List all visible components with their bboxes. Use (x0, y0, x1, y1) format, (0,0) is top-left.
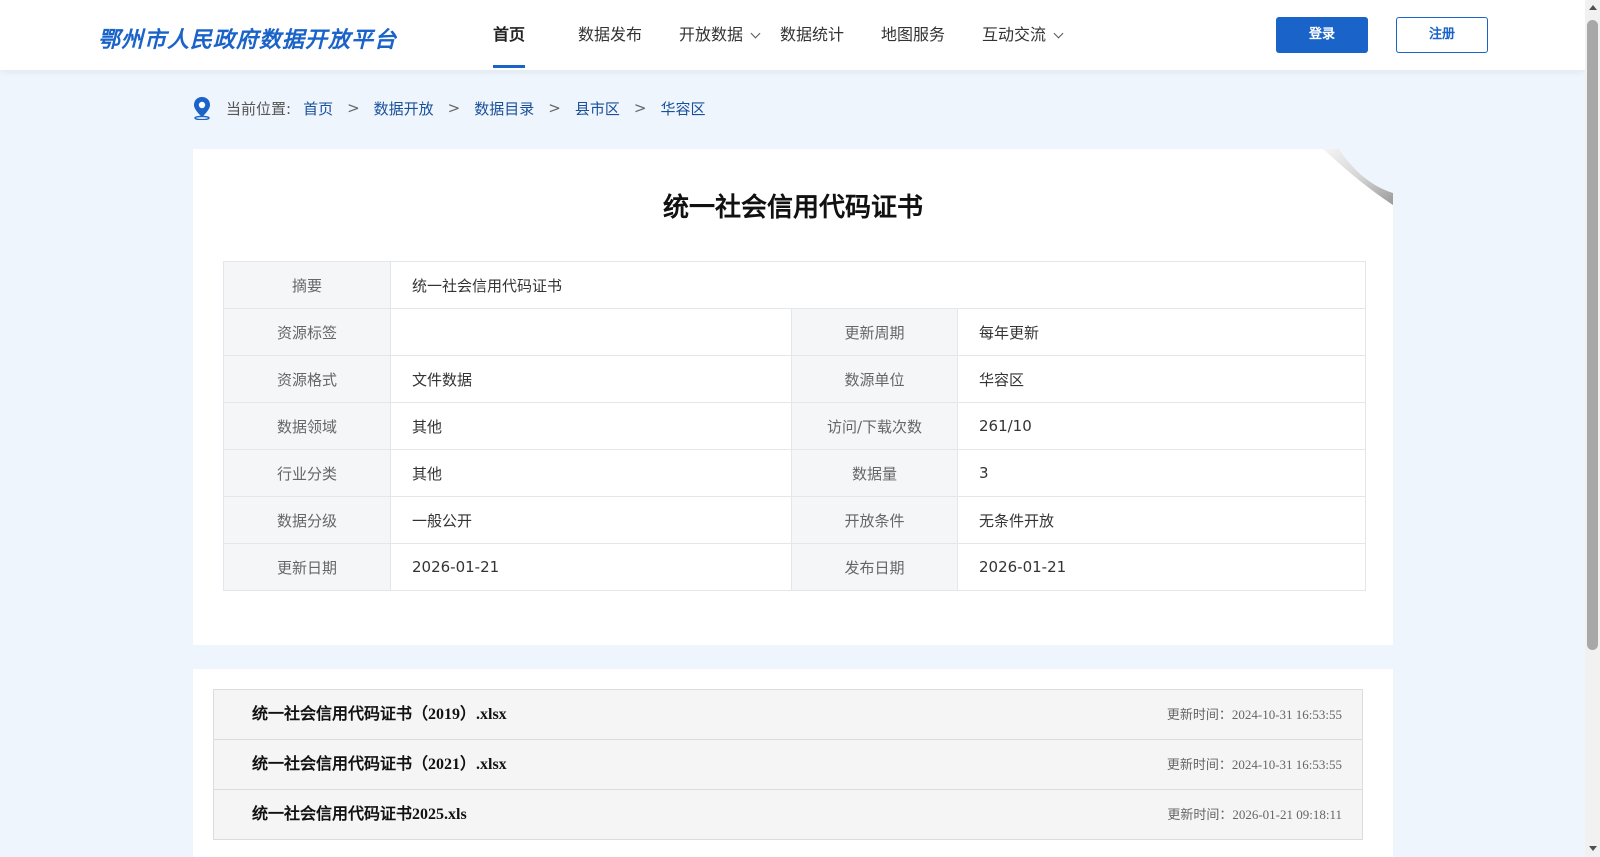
nav-open-data[interactable]: 开放数据 (679, 0, 761, 70)
file-name-link[interactable]: 统一社会信用代码证书2025.xls (252, 790, 467, 839)
field-label: 数据分级 (223, 496, 391, 544)
file-name-link[interactable]: 统一社会信用代码证书（2019）.xlsx (252, 690, 507, 739)
breadcrumb-huarong[interactable]: 华容区 (660, 98, 705, 119)
file-list-item[interactable]: 统一社会信用代码证书（2021）.xlsx 更新时间：2024-10-31 16… (213, 739, 1363, 790)
field-value: 其他 (390, 402, 792, 450)
field-label: 更新周期 (791, 308, 958, 356)
breadcrumb-prefix: 当前位置: (226, 99, 292, 118)
page-scrollbar[interactable] (1585, 0, 1600, 857)
file-update-time: 更新时间：2024-10-31 16:53:55 (1166, 707, 1342, 722)
field-label: 开放条件 (791, 496, 958, 544)
table-row: 行业分类 其他 数据量 3 (223, 449, 1367, 497)
dataset-info-panel: 统一社会信用代码证书 摘要 统一社会信用代码证书 资源标签 更新周期 每年更新 … (193, 149, 1393, 645)
table-row: 数据领域 其他 访问/下载次数 261/10 (223, 402, 1367, 450)
breadcrumb-county[interactable]: 县市区 (575, 98, 620, 119)
register-button[interactable]: 注册 (1396, 17, 1488, 53)
field-label: 数源单位 (791, 355, 958, 403)
field-label: 数据领域 (223, 402, 391, 450)
field-value: 2026-01-21 (956, 543, 1367, 591)
breadcrumb-separator: > (447, 99, 461, 117)
field-value: 3 (956, 449, 1367, 497)
summary-label: 摘要 (223, 261, 391, 309)
file-list-item[interactable]: 统一社会信用代码证书（2019）.xlsx 更新时间：2024-10-31 16… (213, 689, 1363, 740)
table-row: 更新日期 2026-01-21 发布日期 2026-01-21 (223, 543, 1367, 591)
nav-interaction[interactable]: 互动交流 (982, 0, 1064, 70)
breadcrumb-separator: > (347, 99, 360, 117)
breadcrumb-separator: > (633, 99, 647, 117)
field-label: 更新日期 (223, 543, 391, 591)
field-label: 行业分类 (223, 449, 391, 497)
field-value: 261/10 (956, 402, 1367, 450)
breadcrumb-home[interactable]: 首页 (303, 98, 333, 119)
chevron-down-icon (750, 28, 761, 39)
field-value (390, 308, 792, 356)
chevron-down-icon (1053, 28, 1064, 39)
breadcrumb-data-catalog[interactable]: 数据目录 (474, 98, 534, 119)
scrollbar-thumb[interactable] (1587, 20, 1598, 650)
file-update-time: 更新时间：2026-01-21 09:18:11 (1167, 807, 1342, 822)
field-value: 文件数据 (390, 355, 792, 403)
summary-value: 统一社会信用代码证书 (389, 261, 1367, 309)
top-header: 鄂州市人民政府数据开放平台 首页 数据发布 开放数据 数据统计 地图服务 互动交… (0, 0, 1585, 70)
field-value: 其他 (390, 449, 792, 497)
table-row: 数据分级 一般公开 开放条件 无条件开放 (223, 496, 1367, 544)
file-list-item[interactable]: 统一社会信用代码证书2025.xls 更新时间：2026-01-21 09:18… (213, 789, 1363, 840)
scroll-down-arrow-icon[interactable] (1589, 846, 1597, 851)
table-row: 资源格式 文件数据 数源单位 华容区 (223, 355, 1367, 403)
field-label: 发布日期 (791, 543, 958, 591)
field-label: 数据量 (791, 449, 958, 497)
table-row: 摘要 统一社会信用代码证书 (223, 261, 1367, 309)
dataset-metadata-table: 摘要 统一社会信用代码证书 资源标签 更新周期 每年更新 资源格式 文件数据 数… (223, 261, 1367, 591)
nav-map-service[interactable]: 地图服务 (881, 0, 945, 70)
file-name-link[interactable]: 统一社会信用代码证书（2021）.xlsx (252, 740, 507, 789)
field-value: 每年更新 (956, 308, 1367, 356)
breadcrumb-data-open[interactable]: 数据开放 (374, 98, 434, 119)
breadcrumb-separator: > (548, 99, 561, 117)
field-value: 无条件开放 (956, 496, 1367, 544)
field-label: 访问/下载次数 (791, 402, 958, 450)
nav-home[interactable]: 首页 (493, 0, 526, 70)
site-logo[interactable]: 鄂州市人民政府数据开放平台 (98, 22, 397, 54)
location-pin-icon (194, 97, 210, 120)
field-label: 资源格式 (223, 355, 391, 403)
breadcrumb: 当前位置: 首页 > 数据开放 > 数据目录 > 县市区 > 华容区 (192, 94, 705, 122)
nav-data-publish[interactable]: 数据发布 (578, 0, 642, 70)
scroll-up-arrow-icon[interactable] (1589, 5, 1597, 10)
nav-open-data-label: 开放数据 (679, 25, 744, 44)
login-button[interactable]: 登录 (1276, 17, 1368, 53)
file-list-panel: 统一社会信用代码证书（2019）.xlsx 更新时间：2024-10-31 16… (193, 669, 1393, 857)
table-row: 资源标签 更新周期 每年更新 (223, 308, 1367, 356)
field-label: 资源标签 (223, 308, 391, 356)
nav-interaction-label: 互动交流 (982, 25, 1047, 44)
field-value: 华容区 (956, 355, 1367, 403)
nav-data-statistics[interactable]: 数据统计 (780, 0, 844, 70)
dataset-title: 统一社会信用代码证书 (662, 193, 923, 223)
field-value: 一般公开 (390, 496, 792, 544)
field-value: 2026-01-21 (390, 543, 792, 591)
file-update-time: 更新时间：2024-10-31 16:53:55 (1166, 757, 1342, 772)
